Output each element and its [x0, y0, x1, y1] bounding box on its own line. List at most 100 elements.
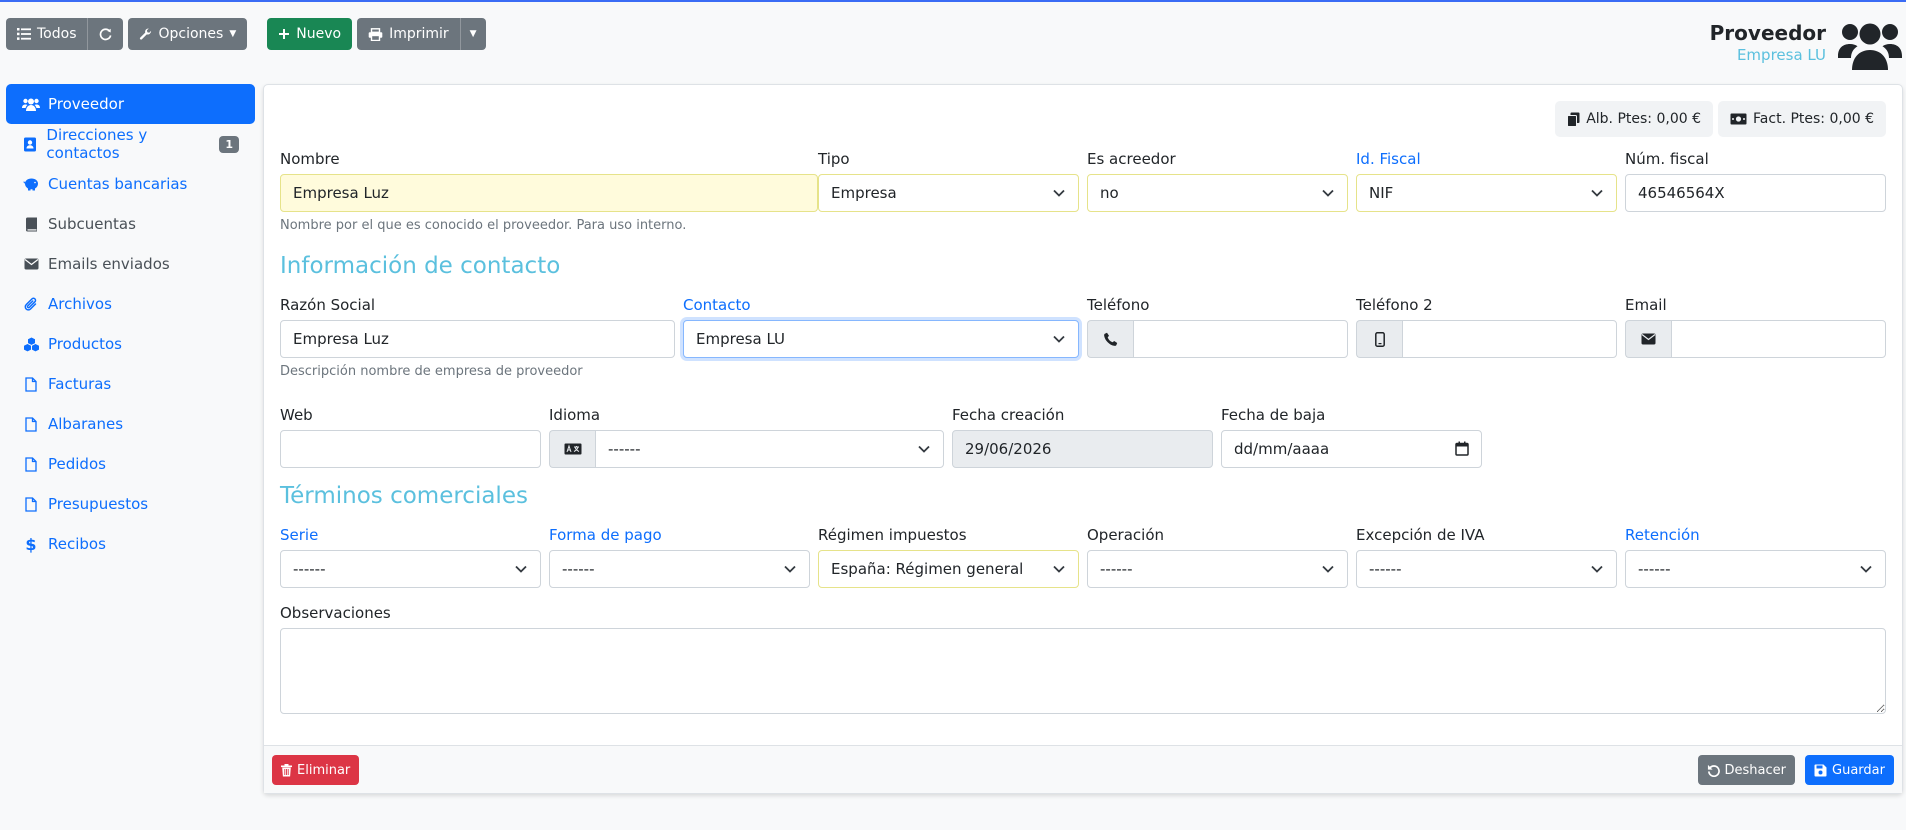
sidebar-item-productos[interactable]: Productos — [6, 324, 255, 364]
sidebar: Proveedor Direcciones y contactos 1 Cuen… — [6, 84, 255, 564]
page-subtitle: Empresa LU — [1736, 46, 1826, 64]
sidebar-item-emails-enviados[interactable]: Emails enviados — [6, 244, 255, 284]
fechabaja-label: Fecha de baja — [1221, 406, 1326, 424]
idfiscal-value: NIF — [1369, 184, 1394, 202]
formapago-field: Forma de pago ------ — [549, 525, 810, 588]
formapago-value: ------ — [562, 560, 595, 578]
regimen-value: España: Régimen general — [831, 560, 1024, 578]
fechabaja-input[interactable]: dd/mm/aaaa — [1221, 430, 1482, 468]
acreedor-select[interactable]: no — [1087, 174, 1348, 212]
sidebar-item-label: Direcciones y contactos — [46, 126, 148, 162]
refresh-icon — [99, 27, 112, 41]
sidebar-item-albaranes[interactable]: Albaranes — [6, 404, 255, 444]
observaciones-label: Observaciones — [280, 604, 391, 622]
email-input[interactable] — [1671, 320, 1886, 358]
caret-down-icon: ▼ — [229, 29, 237, 39]
sidebar-item-archivos[interactable]: Archivos — [6, 284, 255, 324]
undo-button[interactable]: Deshacer — [1697, 755, 1795, 785]
sidebar-item-label: Proveedor — [48, 95, 124, 113]
observaciones-field: Observaciones — [280, 603, 1886, 714]
sidebar-item-proveedor[interactable]: Proveedor — [6, 84, 255, 124]
printer-icon — [368, 27, 383, 41]
serie-field: Serie ------ — [280, 525, 541, 588]
page-title: Proveedor — [1709, 21, 1826, 45]
calendar-icon[interactable] — [1455, 441, 1469, 460]
numfiscal-input[interactable]: 46546564X — [1625, 174, 1886, 212]
refresh-button[interactable] — [87, 18, 124, 50]
contacto-label[interactable]: Contacto — [683, 295, 1079, 315]
fechacreacion-input: 29/06/2026 — [952, 430, 1213, 468]
serie-select[interactable]: ------ — [280, 550, 541, 588]
acreedor-field: Es acreedor no — [1087, 149, 1348, 212]
web-label: Web — [280, 406, 313, 424]
sidebar-item-subcuentas[interactable]: Subcuentas — [6, 204, 255, 244]
options-button[interactable]: Opciones ▼ — [128, 18, 248, 50]
formapago-label[interactable]: Forma de pago — [549, 525, 810, 545]
list-icon — [17, 28, 31, 40]
telefono-field: Teléfono — [1087, 295, 1348, 358]
sidebar-item-facturas[interactable]: Facturas — [6, 364, 255, 404]
chevron-down-icon — [1052, 186, 1066, 204]
all-button-label: Todos — [37, 26, 77, 42]
web-input[interactable] — [280, 430, 541, 468]
operacion-value: ------ — [1100, 560, 1133, 578]
sidebar-item-label: Subcuentas — [48, 215, 136, 233]
sidebar-item-presupuestos[interactable]: Presupuestos — [6, 484, 255, 524]
file-icon — [22, 376, 40, 392]
numfiscal-field: Núm. fiscal 46546564X — [1625, 149, 1886, 212]
nombre-label: Nombre — [280, 150, 340, 168]
pending-invoices-badge[interactable]: Fact. Ptes: 0,00 € — [1718, 101, 1886, 137]
sidebar-item-label: Pedidos — [48, 455, 106, 473]
sidebar-item-pedidos[interactable]: Pedidos — [6, 444, 255, 484]
save-button[interactable]: Guardar — [1805, 755, 1894, 785]
regimen-select[interactable]: España: Régimen general — [818, 550, 1079, 588]
language-icon — [549, 430, 595, 468]
delete-button[interactable]: Eliminar — [272, 755, 360, 785]
sidebar-item-cuentas-bancarias[interactable]: Cuentas bancarias — [6, 164, 255, 204]
operacion-select[interactable]: ------ — [1087, 550, 1348, 588]
tipo-field: Tipo Empresa — [818, 149, 1079, 212]
contacto-field: Contacto Empresa LU — [683, 295, 1079, 358]
excepcion-select[interactable]: ------ — [1356, 550, 1617, 588]
users-icon — [1838, 18, 1902, 70]
chevron-down-icon — [1052, 562, 1066, 580]
telefono2-input[interactable] — [1402, 320, 1617, 358]
new-button[interactable]: Nuevo — [267, 18, 353, 50]
paperclip-icon — [22, 297, 40, 312]
pending-invoices-text: Fact. Ptes: 0,00 € — [1753, 111, 1874, 127]
idioma-select[interactable]: ------ — [595, 430, 944, 468]
print-button[interactable]: Imprimir — [357, 18, 460, 50]
serie-value: ------ — [293, 560, 326, 578]
observaciones-textarea[interactable] — [280, 628, 1886, 714]
idfiscal-label[interactable]: Id. Fiscal — [1356, 149, 1617, 169]
formapago-select[interactable]: ------ — [549, 550, 810, 588]
all-button[interactable]: Todos — [6, 18, 88, 50]
retencion-select[interactable]: ------ — [1625, 550, 1886, 588]
contacto-select[interactable]: Empresa LU — [683, 320, 1079, 358]
all-button-group: Todos — [6, 18, 124, 50]
options-button-label: Opciones — [158, 26, 224, 42]
chevron-down-icon — [1590, 186, 1604, 204]
telefono-input[interactable] — [1133, 320, 1348, 358]
file-icon — [22, 456, 40, 472]
money-bill-icon — [1730, 113, 1747, 125]
fechabaja-field: Fecha de baja dd/mm/aaaa — [1221, 405, 1482, 468]
serie-label[interactable]: Serie — [280, 525, 541, 545]
form-footer: Eliminar Deshacer Guardar — [264, 745, 1902, 793]
print-dropdown-button[interactable]: ▼ — [459, 18, 486, 50]
excepcion-field: Excepción de IVA ------ — [1356, 525, 1617, 588]
sidebar-item-direcciones[interactable]: Direcciones y contactos 1 — [6, 124, 255, 164]
chevron-down-icon — [1590, 562, 1604, 580]
idfiscal-select[interactable]: NIF — [1356, 174, 1617, 212]
plus-icon — [278, 28, 290, 40]
pending-delivery-notes-badge[interactable]: Alb. Ptes: 0,00 € — [1555, 101, 1713, 137]
terms-section-title: Términos comerciales — [280, 483, 528, 509]
tipo-select[interactable]: Empresa — [818, 174, 1079, 212]
chevron-down-icon — [1321, 186, 1335, 204]
sidebar-item-recibos[interactable]: $ Recibos — [6, 524, 255, 564]
retencion-label[interactable]: Retención — [1625, 525, 1886, 545]
toolbar: Todos Opciones ▼ Nuevo Imprimir ▼ — [6, 18, 486, 50]
mobile-icon — [1356, 320, 1402, 358]
razon-input[interactable]: Empresa Luz — [280, 320, 675, 358]
nombre-input[interactable]: Empresa Luz — [280, 174, 818, 212]
